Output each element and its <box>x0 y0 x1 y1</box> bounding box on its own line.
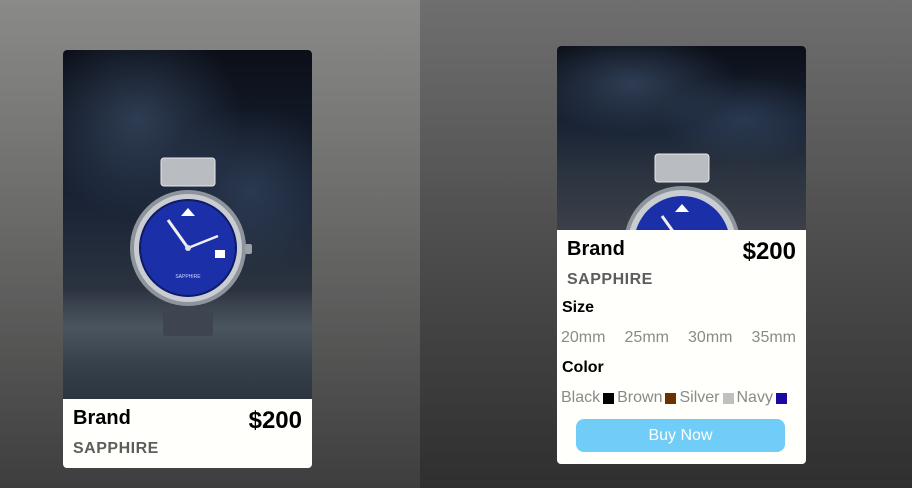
brand-name: Brand <box>567 238 625 260</box>
watch-illustration: SAPPHIRE <box>130 157 252 336</box>
product-subtitle: SAPPHIRE <box>73 440 159 457</box>
color-swatch <box>603 392 615 404</box>
size-title: Size <box>562 299 595 316</box>
product-price: $200 <box>248 407 302 434</box>
color-option-navy[interactable]: Navy <box>737 389 787 407</box>
product-info: Brand $200 SAPPHIRE <box>63 399 312 458</box>
watch-illustration <box>625 153 739 230</box>
color-options: Black Brown Silver Navy <box>557 389 806 407</box>
product-image: SAPPHIRE <box>63 50 312 399</box>
buy-now-button[interactable]: Buy Now <box>576 419 785 452</box>
product-image <box>557 46 806 230</box>
color-title: Color <box>562 359 604 376</box>
product-info: Brand $200 SAPPHIRE <box>557 230 806 289</box>
size-option-20mm[interactable]: 20mm <box>561 329 605 347</box>
brand-name: Brand <box>73 407 131 429</box>
product-subtitle: SAPPHIRE <box>567 271 653 288</box>
color-option-silver[interactable]: Silver <box>679 389 734 407</box>
color-option-brown[interactable]: Brown <box>617 389 677 407</box>
size-option-35mm[interactable]: 35mm <box>752 329 796 347</box>
color-label: Brown <box>617 389 663 406</box>
product-price: $200 <box>742 238 796 265</box>
color-swatch <box>665 392 677 404</box>
color-label: Black <box>561 389 601 406</box>
dial-text: SAPPHIRE <box>175 274 201 280</box>
product-card-expanded[interactable]: Brand $200 SAPPHIRE Size 20mm 25mm 30mm … <box>557 46 806 464</box>
size-option-25mm[interactable]: 25mm <box>625 329 669 347</box>
size-options: 20mm 25mm 30mm 35mm <box>557 329 806 347</box>
color-label: Silver <box>679 389 720 406</box>
product-card-collapsed[interactable]: SAPPHIRE Brand $200 SAPPHIRE <box>63 50 312 468</box>
size-option-30mm[interactable]: 30mm <box>688 329 732 347</box>
color-swatch <box>722 392 734 404</box>
color-option-black[interactable]: Black <box>561 389 615 407</box>
color-label: Navy <box>736 389 773 406</box>
color-swatch <box>775 392 787 404</box>
